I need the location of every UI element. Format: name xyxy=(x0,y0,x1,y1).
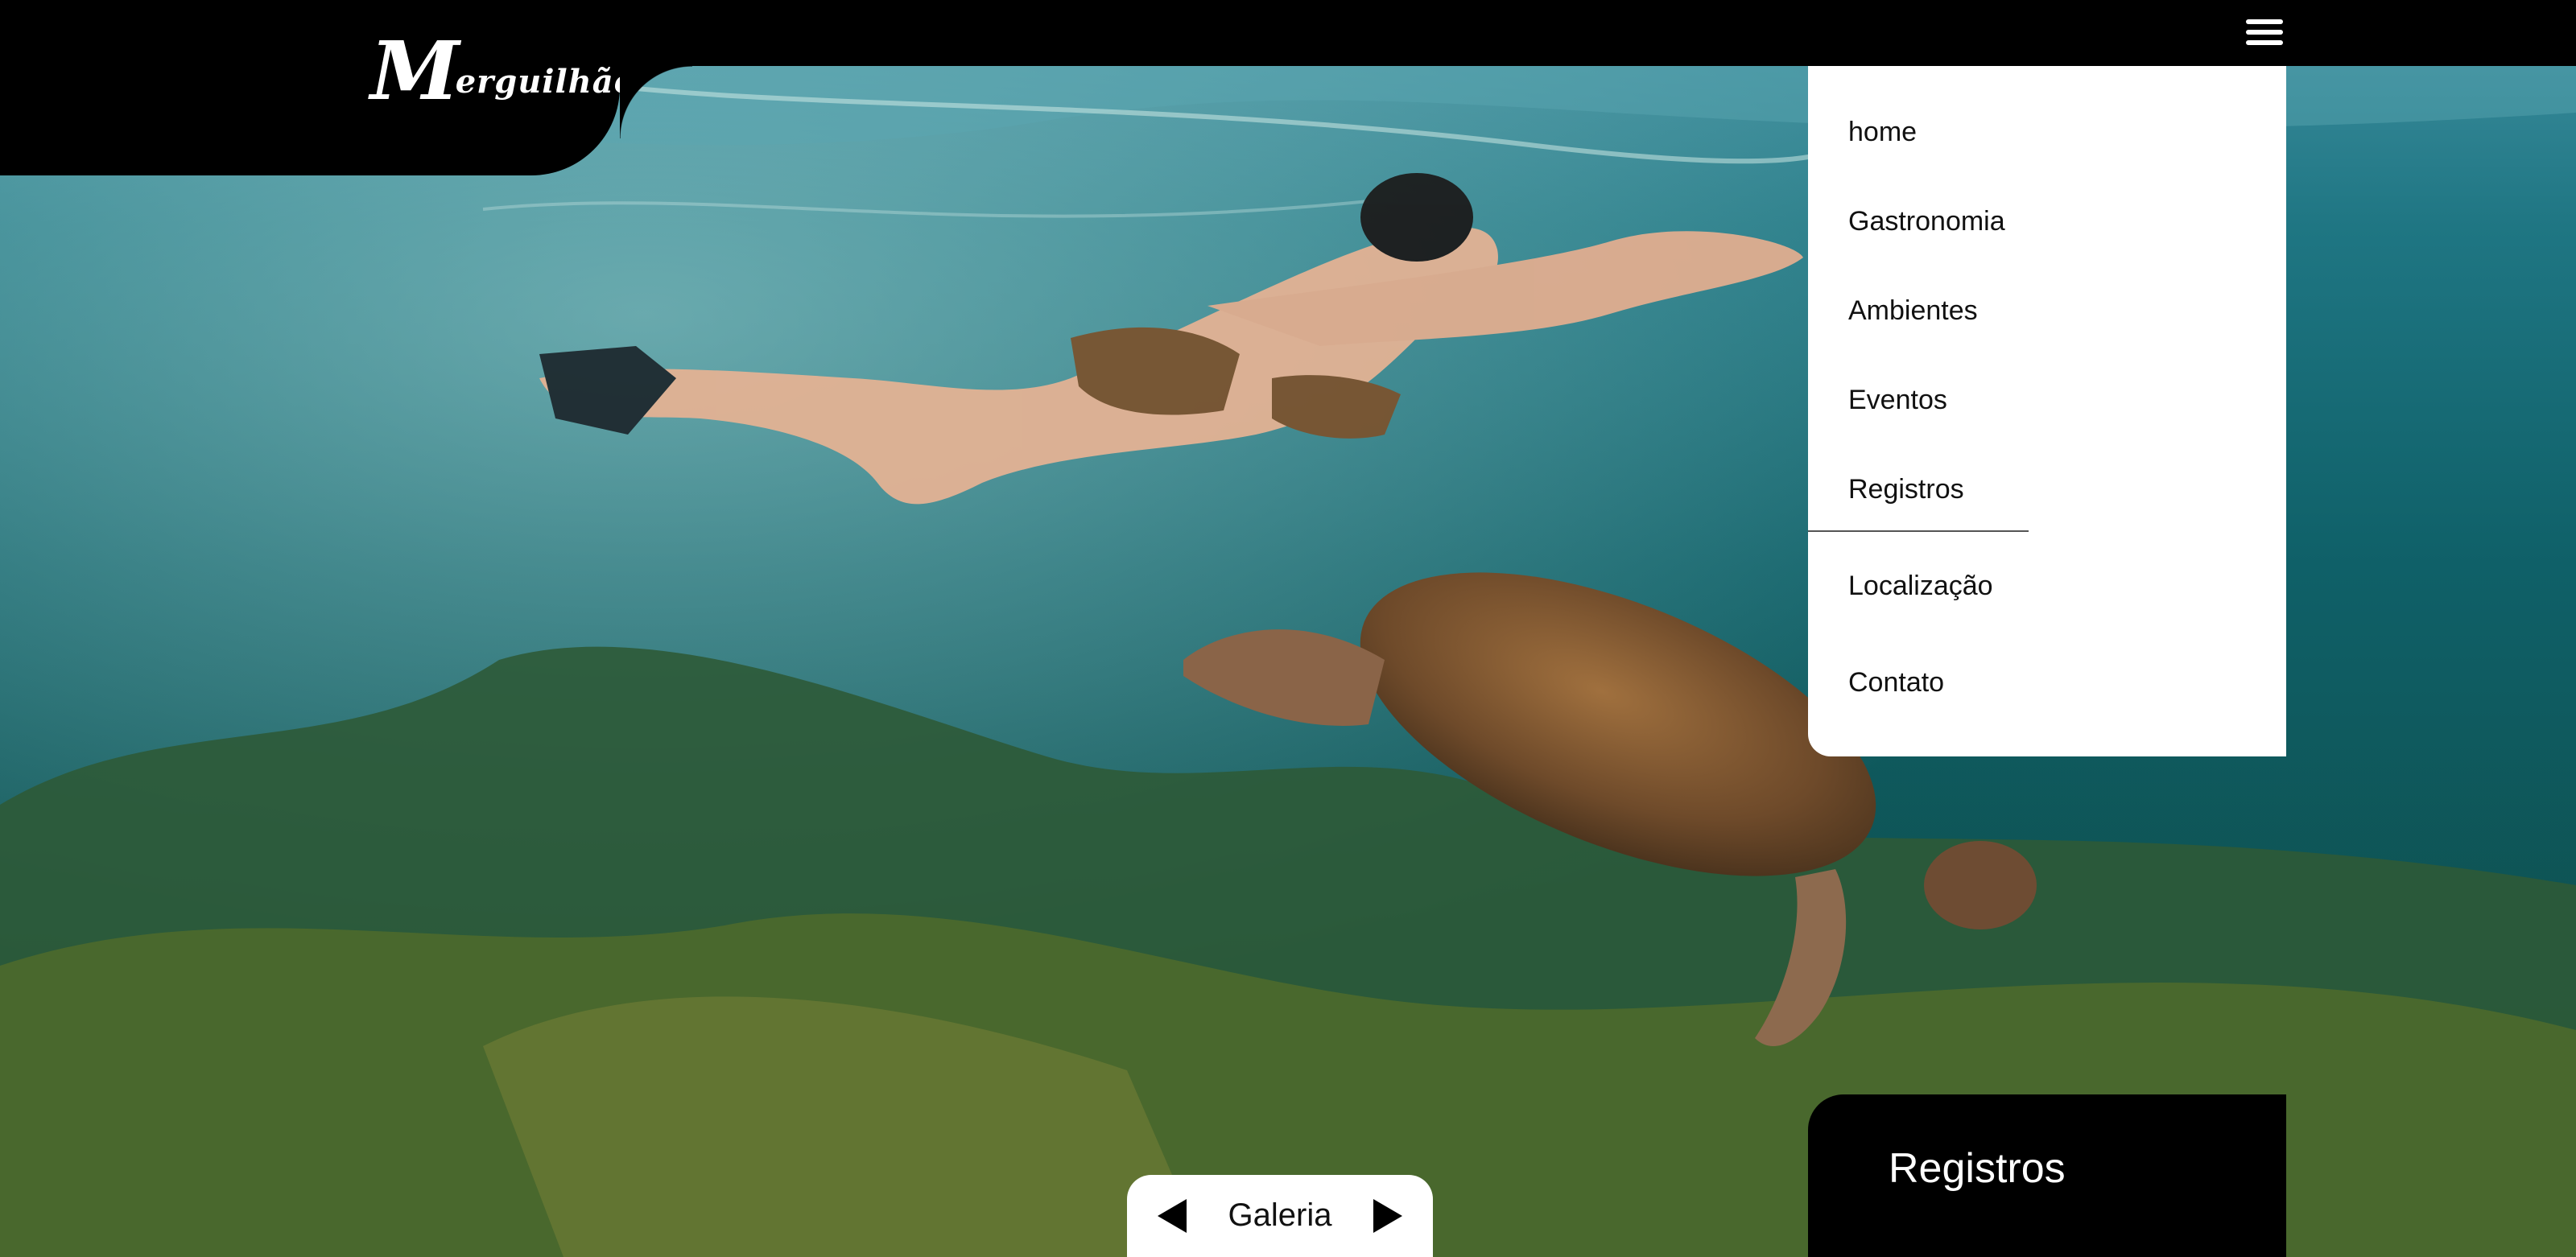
brand-logo[interactable]: Merguilhão xyxy=(370,31,637,111)
logo-text: erguilhão xyxy=(455,63,637,101)
active-item-underline xyxy=(1808,530,2029,532)
menu-item-contato[interactable]: Contato xyxy=(1848,667,1944,699)
dropdown-menu: home Gastronomia Ambientes Eventos Regis… xyxy=(1808,66,2286,756)
gallery-control: Galeria xyxy=(1127,1175,1433,1257)
hamburger-line xyxy=(2246,40,2283,45)
logo-initial: M xyxy=(370,23,460,118)
hamburger-line xyxy=(2246,30,2283,35)
page: Merguilhão home Gastronomia Ambientes Ev… xyxy=(0,0,2576,1257)
hamburger-line xyxy=(2246,19,2283,24)
hamburger-icon[interactable] xyxy=(2246,19,2283,48)
arrow-right-icon[interactable] xyxy=(1370,1199,1402,1233)
section-title-panel: Registros xyxy=(1808,1094,2286,1257)
menu-item-gastronomia[interactable]: Gastronomia xyxy=(1848,206,2005,237)
menu-item-eventos[interactable]: Eventos xyxy=(1848,385,1947,416)
menu-item-registros[interactable]: Registros xyxy=(1848,474,1964,505)
logo-tab: Merguilhão xyxy=(0,0,692,175)
menu-item-localizacao[interactable]: Localização xyxy=(1848,571,1993,602)
menu-item-ambientes[interactable]: Ambientes xyxy=(1848,295,1978,327)
section-title: Registros xyxy=(1889,1145,2066,1192)
menu-item-home[interactable]: home xyxy=(1848,117,1917,148)
